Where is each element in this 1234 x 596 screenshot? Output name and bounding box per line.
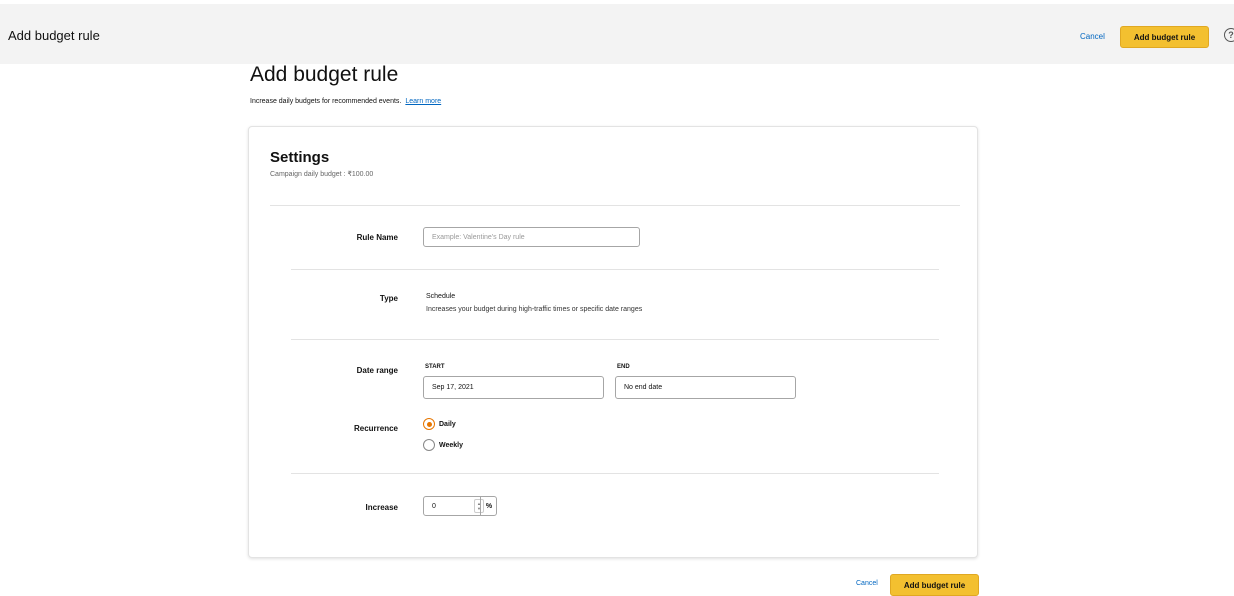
divider [291, 269, 939, 270]
help-circle-icon[interactable]: ? [1224, 28, 1234, 42]
divider [291, 339, 939, 340]
type-value: Schedule [426, 293, 456, 300]
rule-name-label: Rule Name [356, 233, 398, 242]
type-description: Increases your budget during high-traffi… [426, 306, 643, 313]
page-description-text: Increase daily budgets for recommended e… [250, 98, 402, 105]
end-date-input[interactable]: No end date [615, 376, 796, 399]
increase-input[interactable]: 0 [424, 497, 476, 515]
recurrence-label: Recurrence [353, 424, 398, 433]
top-bar: Add budget rule Cancel Add budget rule ? [0, 0, 1234, 64]
learn-more-link[interactable]: Learn more [405, 98, 441, 105]
settings-card: Settings Campaign daily budget : ₹100.00… [248, 126, 978, 558]
increase-stepper[interactable]: 0 ▲ ▼ % [423, 496, 497, 516]
footer-add-budget-rule-button[interactable]: Add budget rule [890, 574, 979, 596]
rule-name-input[interactable]: Example: Valentine's Day rule [423, 227, 640, 247]
recurrence-daily-option[interactable]: Daily [423, 418, 456, 430]
page-description: Increase daily budgets for recommended e… [250, 98, 441, 105]
radio-selected-icon[interactable] [423, 418, 435, 430]
footer-cancel-link[interactable]: Cancel [856, 580, 878, 587]
campaign-daily-budget: Campaign daily budget : ₹100.00 [270, 171, 374, 178]
header-add-budget-rule-button[interactable]: Add budget rule [1120, 26, 1209, 48]
start-date-input[interactable]: Sep 17, 2021 [423, 376, 604, 399]
divider [270, 205, 960, 206]
date-range-label: Date range [356, 366, 398, 375]
increase-label: Increase [365, 503, 398, 512]
page-title: Add budget rule [250, 63, 399, 86]
radio-unselected-icon[interactable] [423, 439, 435, 451]
header-cancel-link[interactable]: Cancel [1080, 32, 1105, 41]
settings-title: Settings [270, 149, 330, 166]
header-title: Add budget rule [8, 28, 100, 43]
recurrence-daily-label: Daily [439, 420, 456, 428]
divider [291, 473, 939, 474]
end-date-label: END [617, 364, 630, 370]
start-date-label: START [425, 364, 445, 370]
percent-suffix: % [480, 497, 497, 515]
recurrence-weekly-label: Weekly [439, 441, 463, 449]
recurrence-weekly-option[interactable]: Weekly [423, 439, 463, 451]
type-label: Type [379, 294, 398, 303]
